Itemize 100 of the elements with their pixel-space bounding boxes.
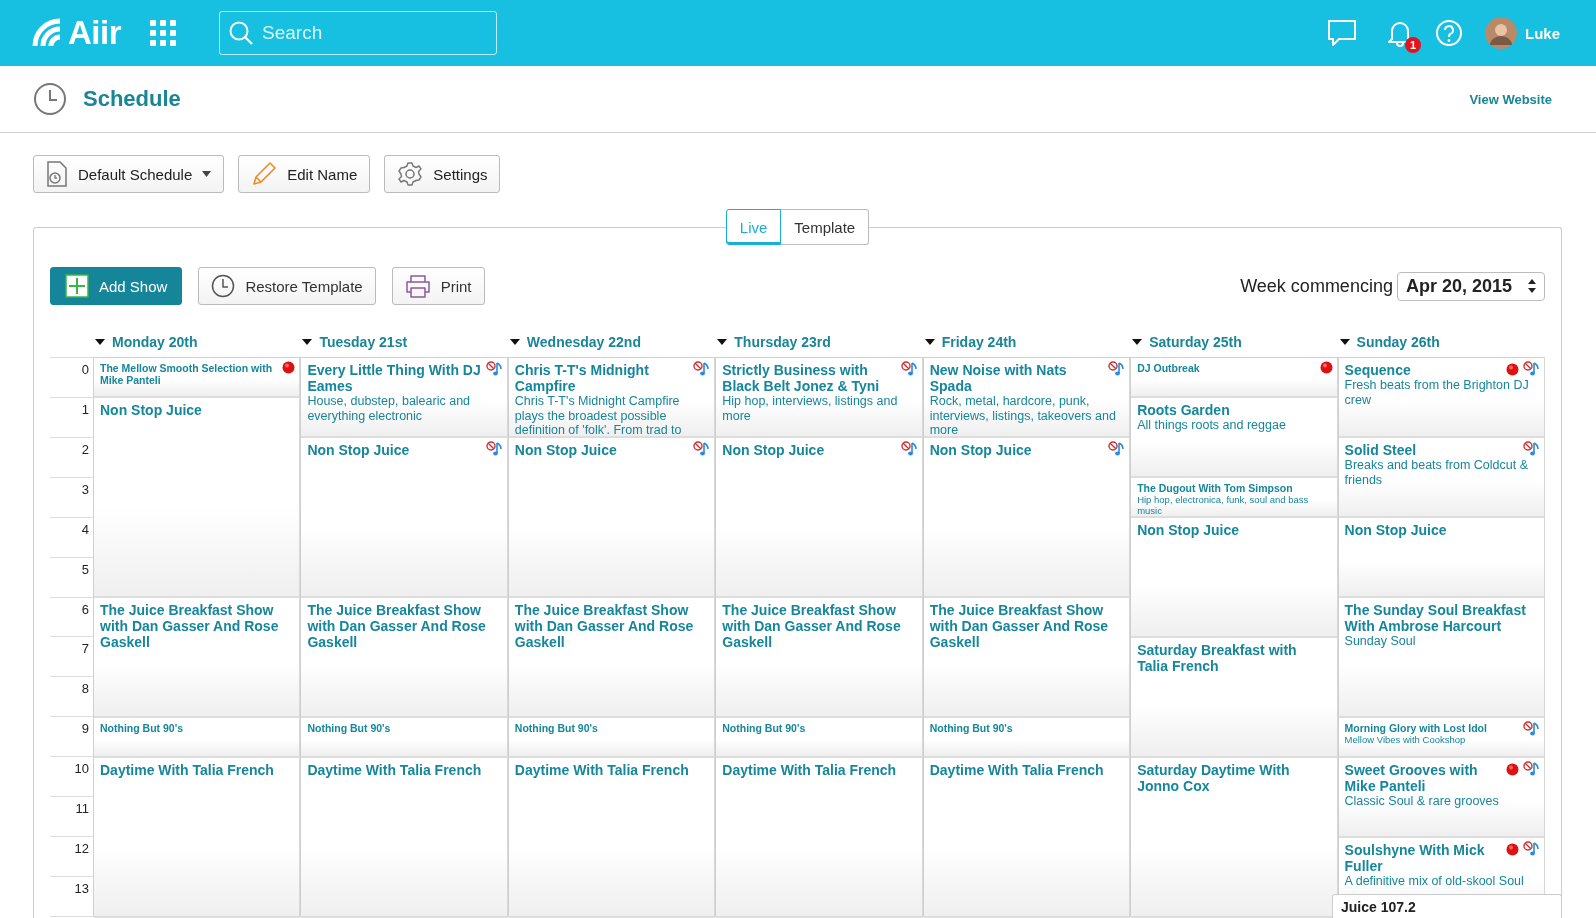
show-title: Daytime With Talia French bbox=[100, 762, 275, 778]
show-slot[interactable]: The Juice Breakfast Show with Dan Gasser And Rose Gaskell bbox=[301, 598, 508, 718]
show-slot[interactable]: The Juice Breakfast Show with Dan Gasser And Rose Gaskell bbox=[94, 598, 301, 718]
day-header: Friday 24th bbox=[941, 334, 1017, 350]
action-button[interactable]: Print bbox=[391, 267, 485, 305]
spinner-arrows-icon bbox=[1528, 279, 1536, 293]
hour-label: 2 bbox=[81, 441, 89, 457]
hour-label: 0 bbox=[81, 362, 89, 377]
show-description: A definitive mix of old-skool Soul bbox=[1344, 874, 1525, 889]
show-slot[interactable]: Roots Garden All things roots and reggae bbox=[1131, 398, 1338, 478]
plus-icon bbox=[65, 274, 89, 298]
show-slot[interactable]: Daytime With Talia French bbox=[923, 758, 1131, 918]
collapse-triangle-icon[interactable] bbox=[1339, 337, 1350, 347]
show-slot[interactable]: Nothing But 90's bbox=[923, 718, 1131, 758]
show-description: Hip hop, electronica, funk, soul and bass music bbox=[1137, 494, 1310, 516]
show-title: Daytime With Talia French bbox=[929, 762, 1105, 778]
show-title: Nothing But 90's bbox=[514, 722, 599, 734]
show-slot[interactable]: Non Stop Juice bbox=[1338, 518, 1545, 598]
show-description: Breaks and beats from Coldcut & friends bbox=[1344, 458, 1529, 487]
show-slot[interactable]: Daytime With Talia French bbox=[94, 758, 301, 918]
show-slot[interactable]: Solid Steel Breaks and beats from Coldcut & friends bbox=[1338, 438, 1545, 518]
week-label: Week commencing bbox=[1240, 275, 1393, 297]
show-slot[interactable]: The Mellow Smooth Selection with Mike Panteli bbox=[94, 358, 301, 398]
show-slot[interactable]: Non Stop Juice bbox=[716, 438, 923, 598]
day-header: Saturday 25th bbox=[1149, 334, 1242, 350]
show-slot[interactable]: Daytime With Talia French bbox=[716, 758, 923, 918]
show-title: Non Stop Juice bbox=[1344, 522, 1448, 538]
show-slot[interactable]: Sequence Fresh beats from the Brighton DJ crew bbox=[1338, 358, 1545, 438]
show-slot[interactable]: Daytime With Talia French bbox=[508, 758, 716, 918]
toolbar-button[interactable]: Default Schedule bbox=[33, 155, 225, 193]
show-slot[interactable]: Every Little Thing With DJ Eames House, dubstep, balearic and everything electronic bbox=[301, 358, 508, 438]
show-title: The Juice Breakfast Show with Dan Gasser And Rose Gaskell bbox=[307, 602, 487, 650]
show-title: Daytime With Talia French bbox=[514, 762, 690, 778]
toolbar-button[interactable]: Edit Name bbox=[238, 155, 371, 193]
now-playing-toast[interactable]: Juice 107.2 bbox=[1332, 894, 1562, 918]
show-slot[interactable]: Non Stop Juice bbox=[508, 438, 716, 598]
show-slot[interactable]: Chris T-T's Midnight Campfire Chris T-T's Midnight Campfire plays the broadest possible definition of 'folk'. From trad to bbox=[508, 358, 716, 438]
show-slot[interactable]: Sweet Grooves with Mike Panteli Classic Soul & rare grooves bbox=[1338, 758, 1545, 838]
show-title: DJ Outbreak bbox=[1137, 362, 1201, 374]
show-description: Mellow Vibes with Cookshop bbox=[1344, 734, 1467, 745]
collapse-triangle-icon[interactable] bbox=[1132, 337, 1143, 347]
search-field[interactable]: Search bbox=[219, 11, 497, 55]
show-slot[interactable]: The Juice Breakfast Show with Dan Gasser And Rose Gaskell bbox=[923, 598, 1131, 718]
show-title: Nothing But 90's bbox=[929, 722, 1014, 734]
show-title: Strictly Business with Black Belt Jonez & Tyni bbox=[722, 362, 881, 394]
hour-label: 8 bbox=[81, 681, 89, 697]
notification-badge: 1 bbox=[1405, 37, 1421, 53]
show-title: Morning Glory with Lost Idol bbox=[1344, 722, 1488, 734]
show-title: The Mellow Smooth Selection with Mike Panteli bbox=[100, 362, 274, 386]
show-slot[interactable]: Daytime With Talia French bbox=[301, 758, 508, 918]
show-slot[interactable]: Morning Glory with Lost Idol Mellow Vibes with Cookshop bbox=[1338, 718, 1545, 758]
show-slot[interactable]: Non Stop Juice bbox=[301, 438, 508, 598]
show-title: Nothing But 90's bbox=[100, 722, 184, 734]
show-title: Non Stop Juice bbox=[929, 442, 1033, 458]
hour-label: 4 bbox=[81, 521, 89, 537]
show-title: The Juice Breakfast Show with Dan Gasser And Rose Gaskell bbox=[722, 602, 902, 650]
show-title: Every Little Thing With DJ Eames bbox=[307, 362, 482, 394]
show-slot[interactable]: Saturday Daytime With Jonno Cox bbox=[1131, 758, 1338, 918]
show-slot[interactable]: Nothing But 90's bbox=[94, 718, 301, 758]
action-button[interactable]: Add Show bbox=[50, 267, 183, 305]
hour-label: 3 bbox=[81, 481, 89, 497]
hour-label: 1 bbox=[81, 401, 89, 417]
show-slot[interactable]: The Sunday Soul Breakfast With Ambrose Harcourt Sunday Soul bbox=[1338, 598, 1545, 718]
show-slot[interactable]: Strictly Business with Black Belt Jonez & Tyni Hip hop, interviews, listings and more bbox=[716, 358, 923, 438]
week-select[interactable]: Apr 20, 2015 bbox=[1396, 271, 1545, 301]
show-slot[interactable]: Nothing But 90's bbox=[301, 718, 508, 758]
day-header: Thursday 23rd bbox=[734, 334, 831, 350]
collapse-triangle-icon[interactable] bbox=[717, 337, 728, 347]
show-description: Classic Soul & rare grooves bbox=[1344, 794, 1500, 809]
show-title: The Sunday Soul Breakfast With Ambrose Harcourt bbox=[1344, 602, 1527, 634]
collapse-triangle-icon[interactable] bbox=[924, 337, 935, 347]
show-slot[interactable]: Nothing But 90's bbox=[508, 718, 716, 758]
show-slot[interactable]: Nothing But 90's bbox=[716, 718, 923, 758]
toolbar-button[interactable]: Settings bbox=[384, 155, 501, 193]
tab[interactable]: Template bbox=[781, 209, 870, 245]
collapse-triangle-icon[interactable] bbox=[95, 337, 105, 347]
tab[interactable]: Live bbox=[725, 209, 782, 245]
show-slot[interactable]: Non Stop Juice bbox=[1131, 518, 1338, 638]
collapse-triangle-icon[interactable] bbox=[509, 337, 520, 347]
user-name[interactable]: Luke bbox=[1525, 24, 1560, 42]
show-slot[interactable]: Non Stop Juice bbox=[94, 398, 301, 598]
show-slot[interactable]: Non Stop Juice bbox=[923, 438, 1131, 598]
action-button[interactable]: Restore Template bbox=[198, 267, 376, 305]
collapse-triangle-icon[interactable] bbox=[302, 337, 313, 347]
avatar-icon[interactable] bbox=[1485, 17, 1517, 49]
settings-icon bbox=[397, 161, 424, 187]
show-slot[interactable]: DJ Outbreak bbox=[1131, 358, 1338, 398]
view-website-link[interactable]: View Website bbox=[1469, 91, 1552, 107]
printer-icon bbox=[404, 274, 431, 298]
show-slot[interactable]: The Dugout With Tom Simpson Hip hop, electronica, funk, soul and bass music bbox=[1131, 478, 1338, 518]
show-slot[interactable]: New Noise with Nats Spada Rock, metal, hardcore, punk, interviews, listings, takeovers and more bbox=[923, 358, 1131, 438]
clock-icon bbox=[33, 82, 67, 116]
search-icon bbox=[228, 20, 254, 46]
hour-label: 11 bbox=[75, 801, 89, 817]
day-header: Sunday 26th bbox=[1356, 334, 1440, 350]
show-slot[interactable]: The Juice Breakfast Show with Dan Gasser And Rose Gaskell bbox=[508, 598, 716, 718]
show-slot[interactable]: Saturday Breakfast with Talia French bbox=[1131, 638, 1338, 758]
logo-text[interactable]: Aiir bbox=[68, 18, 121, 48]
show-title: Sweet Grooves with Mike Panteli bbox=[1344, 762, 1479, 794]
show-slot[interactable]: The Juice Breakfast Show with Dan Gasser And Rose Gaskell bbox=[716, 598, 923, 718]
